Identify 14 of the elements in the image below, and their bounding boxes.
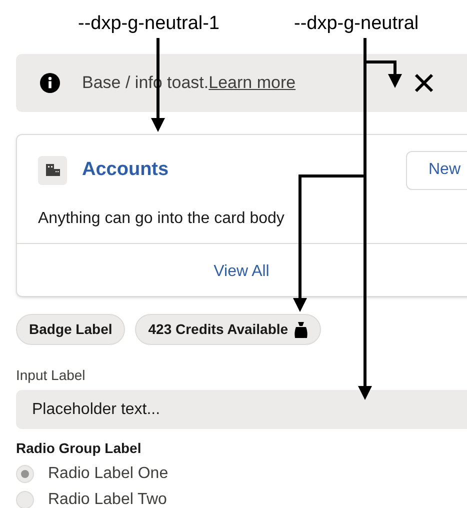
learn-more-link[interactable]: Learn more (208, 70, 296, 96)
card-title[interactable]: Accounts (82, 156, 169, 184)
input-field[interactable]: Placeholder text... (16, 390, 467, 429)
radio-label: Radio Label Two (48, 490, 167, 508)
annotation-label: --dxp-g-neutral (294, 12, 419, 36)
annotation-label: --dxp-g-neutral-1 (78, 12, 220, 36)
input-label: Input Label (16, 366, 86, 385)
badge: 423 Credits Available (135, 314, 322, 345)
radio-group-label: Radio Group Label (16, 439, 142, 458)
view-all-link[interactable]: View All (214, 260, 270, 284)
new-button[interactable]: New (406, 150, 467, 190)
badge: Badge Label (16, 314, 126, 345)
card-body-text: Anything can go into the card body (37, 209, 286, 229)
radio-label: Radio Label One (48, 464, 168, 484)
